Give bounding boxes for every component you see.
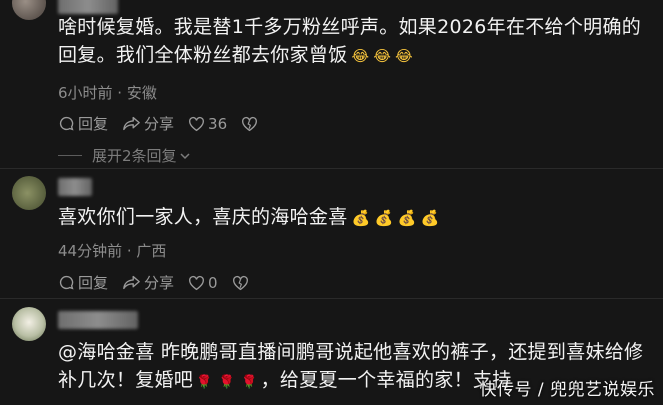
- divider-line: [58, 155, 82, 156]
- username-blurred[interactable]: [58, 0, 118, 14]
- avatar[interactable]: [12, 0, 46, 20]
- reply-button[interactable]: 回复: [58, 113, 108, 134]
- laughing-emoji: 😂: [395, 47, 413, 65]
- avatar[interactable]: [12, 176, 46, 210]
- share-icon: [123, 116, 140, 131]
- rose-emoji: 🌹: [196, 375, 213, 390]
- share-icon: [123, 275, 140, 290]
- laughing-emoji: 😂: [373, 47, 392, 65]
- reply-button[interactable]: 回复: [58, 272, 108, 293]
- reply-icon: [59, 275, 74, 290]
- money-bag-emoji: 💰: [351, 209, 371, 227]
- money-bag-emoji: 💰: [374, 209, 394, 227]
- broken-heart-icon: [242, 116, 258, 131]
- rose-emoji: 🌹: [218, 375, 236, 390]
- broken-heart-icon: [232, 275, 248, 290]
- laughing-emoji: 😂: [351, 47, 370, 65]
- share-button[interactable]: 分享: [122, 113, 174, 134]
- chevron-down-icon: [180, 152, 190, 159]
- comment-divider: [0, 168, 663, 169]
- comment-text: 喜欢你们一家人，喜庆的海哈金喜 💰 💰 💰 💰: [58, 206, 440, 228]
- dislike-button[interactable]: [241, 116, 261, 132]
- comment-divider: [0, 298, 663, 299]
- heart-icon: [189, 116, 205, 131]
- money-bag-emoji: 💰: [397, 209, 417, 227]
- watermark: 快传号 / 兜兜艺说娱乐: [479, 380, 655, 400]
- comment-meta: 44分钟前 · 广西: [58, 242, 167, 260]
- dislike-button[interactable]: [232, 275, 252, 291]
- comment-actions: 回复 分享 36: [58, 113, 275, 134]
- username-blurred[interactable]: [58, 178, 92, 196]
- expand-replies[interactable]: 展开2条回复: [58, 145, 191, 166]
- comment-meta: 6小时前 · 安徽: [58, 84, 157, 102]
- heart-icon: [189, 275, 205, 290]
- comment-text: 啥时候复婚。我是替1千多万粉丝呼声。如果2026年在不给个明确的回复。我们全体粉…: [58, 16, 642, 66]
- share-button[interactable]: 分享: [122, 272, 174, 293]
- like-button[interactable]: 0: [188, 274, 218, 292]
- username-blurred[interactable]: [58, 311, 138, 329]
- reply-icon: [59, 116, 74, 131]
- money-bag-emoji: 💰: [420, 209, 440, 227]
- comment-actions: 回复 分享 0: [58, 272, 266, 293]
- like-button[interactable]: 36: [188, 115, 227, 133]
- rose-emoji: 🌹: [241, 375, 258, 390]
- avatar[interactable]: [12, 307, 46, 341]
